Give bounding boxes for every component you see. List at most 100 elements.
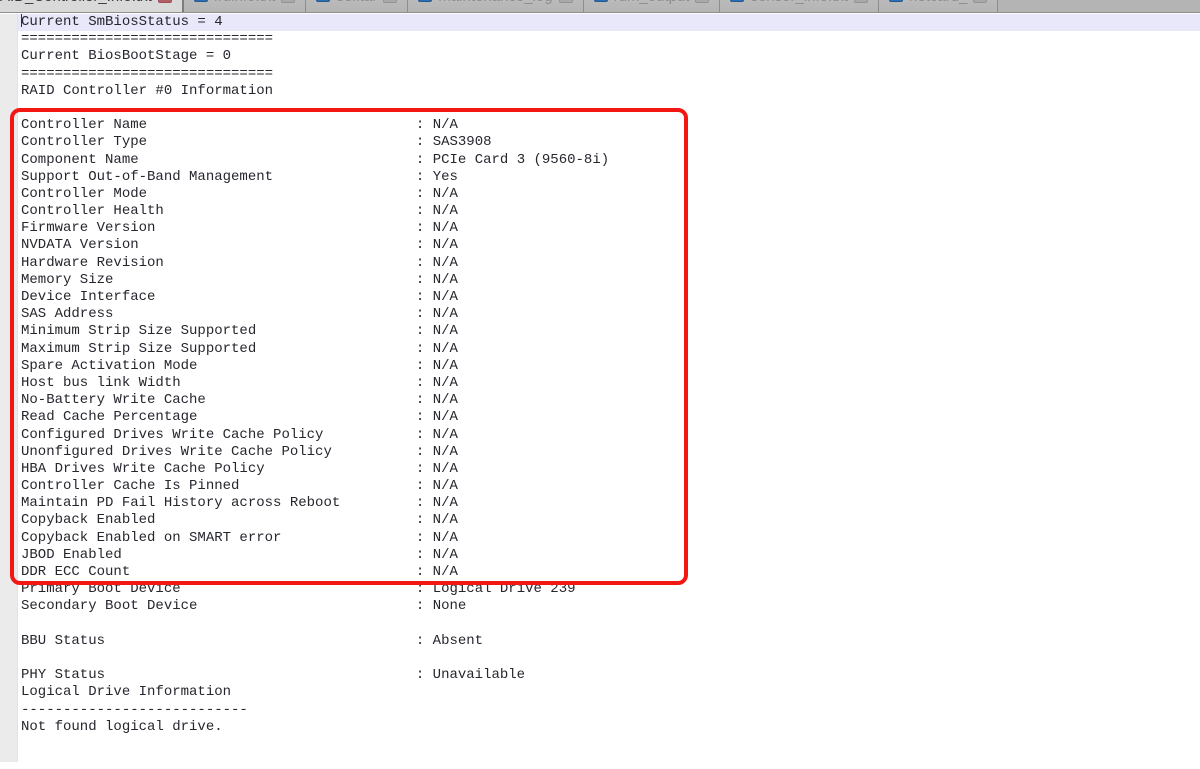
editor-line-kv[interactable]: PHY Status : Unavailable [18,667,1200,684]
tab-aid-controller-info-txt[interactable]: AID_Controller_Info.txt ✕ [0,0,184,12]
field-value: None [433,598,467,614]
tab-label: sensor_info.txt [750,0,848,5]
editor-line-kv[interactable]: Component Name : PCIe Card 3 (9560-8i) [18,152,1200,169]
field-value: N/A [433,564,458,580]
editor-line[interactable]: Not found logical drive. [18,719,1200,736]
editor-line-kv[interactable]: Device Interface : N/A [18,289,1200,306]
field-label: Copyback Enabled [21,512,155,528]
editor-line-kv[interactable]: Hardware Revision : N/A [18,255,1200,272]
field-value: N/A [433,255,458,271]
close-icon[interactable]: ✕ [559,0,573,3]
editor-area[interactable]: Current SmBiosStatus = 4================… [0,14,1200,769]
close-icon[interactable]: ✕ [383,0,397,3]
tab-label: rdm_output [614,0,690,5]
editor-line[interactable]: ============================== [18,31,1200,48]
editor-line[interactable]: Current SmBiosStatus = 4 [18,14,1200,31]
editor-line-kv[interactable]: Unonfigured Drives Write Cache Policy : … [18,444,1200,461]
editor-line-kv[interactable]: No-Battery Write Cache : N/A [18,392,1200,409]
field-label: Controller Health [21,203,164,219]
editor-line-kv[interactable]: Controller Health : N/A [18,203,1200,220]
field-value: N/A [433,220,458,236]
editor-line-kv[interactable]: Read Cache Percentage : N/A [18,409,1200,426]
field-value: N/A [433,547,458,563]
field-label: Memory Size [21,272,113,288]
close-icon[interactable]: ✕ [973,0,987,3]
tab-fruinfo-txt[interactable]: fruinfo.txt ✕ [184,0,307,12]
field-label: Minimum Strip Size Supported [21,323,256,339]
field-label: NVDATA Version [21,237,139,253]
editor-line-kv[interactable]: Maximum Strip Size Supported : N/A [18,341,1200,358]
editor-line-kv[interactable]: JBOD Enabled : N/A [18,547,1200,564]
field-value: N/A [433,237,458,253]
field-label: Controller Type [21,134,147,150]
file-icon [194,0,208,2]
field-label: Controller Mode [21,186,147,202]
field-label: PHY Status [21,667,105,683]
editor-line-kv[interactable]: Firmware Version : N/A [18,220,1200,237]
editor-margin [0,14,18,762]
editor-line-kv[interactable]: BBU Status : Absent [18,633,1200,650]
line-text: Logical Drive Information [21,684,231,700]
tab-rdm-output[interactable]: rdm_output ✕ [584,0,721,12]
editor-line[interactable]: Current BiosBootStage = 0 [18,48,1200,65]
tab-sel-tar[interactable]: sel.tar✕ [306,0,408,12]
field-value: N/A [433,512,458,528]
editor-line-kv[interactable]: Secondary Boot Device : None [18,598,1200,615]
editor-line[interactable]: Logical Drive Information [18,684,1200,701]
field-label: No-Battery Write Cache [21,392,206,408]
line-text: ============================== [21,66,273,82]
field-value: N/A [433,530,458,546]
close-icon[interactable]: ✕ [281,0,295,3]
tab-label: netcard_ [909,0,967,5]
editor-line-kv[interactable]: Primary Boot Device : Logical Drive 239 [18,581,1200,598]
editor-line-kv[interactable]: SAS Address : N/A [18,306,1200,323]
editor-line-kv[interactable]: Maintain PD Fail History across Reboot :… [18,495,1200,512]
file-icon [730,0,744,2]
editor-line[interactable]: --------------------------- [18,702,1200,719]
editor-line[interactable] [18,616,1200,633]
editor-line[interactable] [18,650,1200,667]
tab-sensor-info-txt[interactable]: sensor_info.txt ✕ [720,0,879,12]
field-label: Support Out-of-Band Management [21,169,273,185]
field-value: N/A [433,478,458,494]
editor-line-kv[interactable]: Controller Cache Is Pinned : N/A [18,478,1200,495]
editor-line-kv[interactable]: Copyback Enabled on SMART error : N/A [18,530,1200,547]
field-label: Controller Name [21,117,147,133]
editor-line-kv[interactable]: Spare Activation Mode : N/A [18,358,1200,375]
close-icon[interactable]: ✕ [854,0,868,3]
close-icon[interactable]: ✕ [695,0,709,3]
editor-line-kv[interactable]: Controller Name : N/A [18,117,1200,134]
editor-line-kv[interactable]: Memory Size : N/A [18,272,1200,289]
editor-line[interactable] [18,100,1200,117]
editor-line-kv[interactable]: Controller Mode : N/A [18,186,1200,203]
editor-line-kv[interactable]: NVDATA Version : N/A [18,237,1200,254]
editor-content[interactable]: Current SmBiosStatus = 4================… [18,14,1200,736]
field-label: Hardware Revision [21,255,164,271]
tab-label: fruinfo.txt [214,0,276,5]
tab-bar: AID_Controller_Info.txt✕fruinfo.txt✕sel.… [0,0,1200,13]
field-label: Copyback Enabled on SMART error [21,530,281,546]
tab-label: AID_Controller_Info.txt [0,0,152,5]
line-text: ============================== [21,31,273,47]
field-label: Maintain PD Fail History across Reboot [21,495,340,511]
editor-line-kv[interactable]: Copyback Enabled : N/A [18,512,1200,529]
editor-line[interactable]: RAID Controller #0 Information [18,83,1200,100]
field-label: Primary Boot Device [21,581,181,597]
editor-line-kv[interactable]: DDR ECC Count : N/A [18,564,1200,581]
field-label: BBU Status [21,633,105,649]
field-value: N/A [433,289,458,305]
close-icon[interactable]: ✕ [158,0,172,3]
field-value: N/A [433,117,458,133]
tab-netcard[interactable]: netcard_ ✕ [879,0,998,12]
field-label: Maximum Strip Size Supported [21,341,256,357]
editor-line-kv[interactable]: Controller Type : SAS3908 [18,134,1200,151]
tab-maintenance-log[interactable]: maintenance_log ✕ [408,0,583,12]
editor-line[interactable]: ============================== [18,66,1200,83]
editor-line-kv[interactable]: Support Out-of-Band Management : Yes [18,169,1200,186]
editor-line-kv[interactable]: Configured Drives Write Cache Policy : N… [18,427,1200,444]
field-label: Firmware Version [21,220,155,236]
editor-line-kv[interactable]: HBA Drives Write Cache Policy : N/A [18,461,1200,478]
tab-label: maintenance_log [438,0,552,5]
editor-line-kv[interactable]: Minimum Strip Size Supported : N/A [18,323,1200,340]
editor-line-kv[interactable]: Host bus link Width : N/A [18,375,1200,392]
